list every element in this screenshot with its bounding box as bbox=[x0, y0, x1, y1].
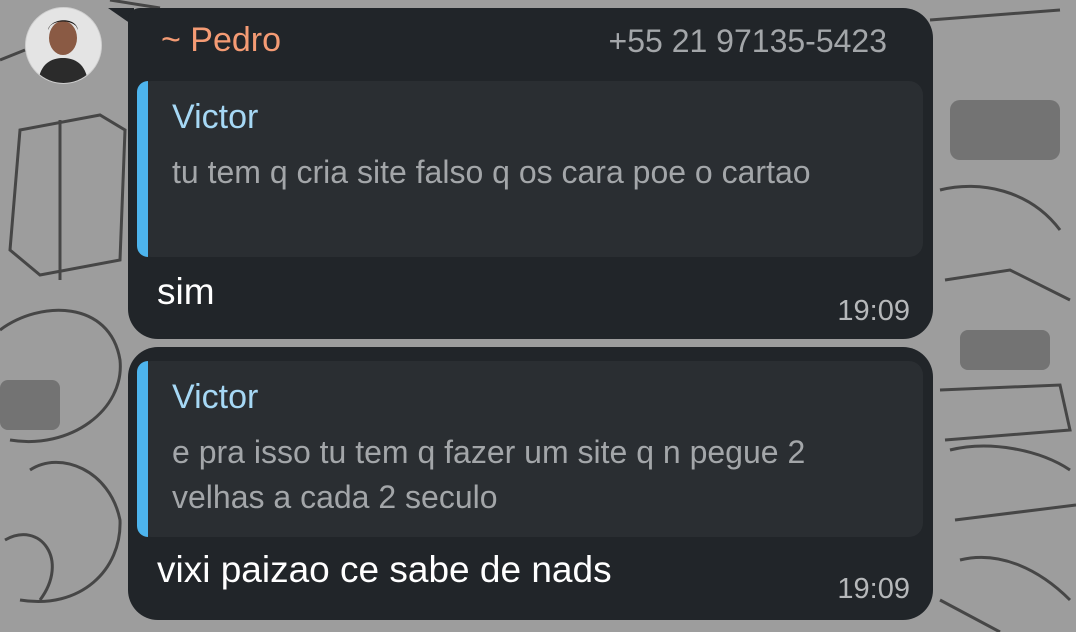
quote-author: Victor bbox=[172, 378, 259, 416]
quote-text: e pra isso tu tem q fazer um site q n pe… bbox=[172, 434, 806, 515]
quote-author: Victor bbox=[172, 98, 259, 136]
sender-phone: +55 21 97135-5423 bbox=[608, 23, 887, 59]
message-time: 19:09 bbox=[837, 295, 910, 327]
message-time: 19:09 bbox=[837, 573, 910, 605]
quoted-message[interactable]: Victor tu tem q cria site falso q os car… bbox=[137, 81, 923, 257]
quote-text: tu tem q cria site falso q os cara poe o… bbox=[172, 154, 811, 190]
message-bubble[interactable]: ~ Pedro +55 21 97135-5423 Victor tu tem … bbox=[128, 8, 933, 339]
sender-avatar[interactable] bbox=[25, 7, 102, 84]
message-bubble[interactable]: Victor e pra isso tu tem q fazer um site… bbox=[128, 347, 933, 620]
sender-name[interactable]: ~ Pedro bbox=[161, 21, 281, 60]
message-text: sim bbox=[157, 271, 215, 312]
message-text: vixi paizao ce sabe de nads bbox=[157, 549, 612, 590]
quoted-message[interactable]: Victor e pra isso tu tem q fazer um site… bbox=[137, 361, 923, 537]
user-photo-icon bbox=[26, 8, 101, 83]
